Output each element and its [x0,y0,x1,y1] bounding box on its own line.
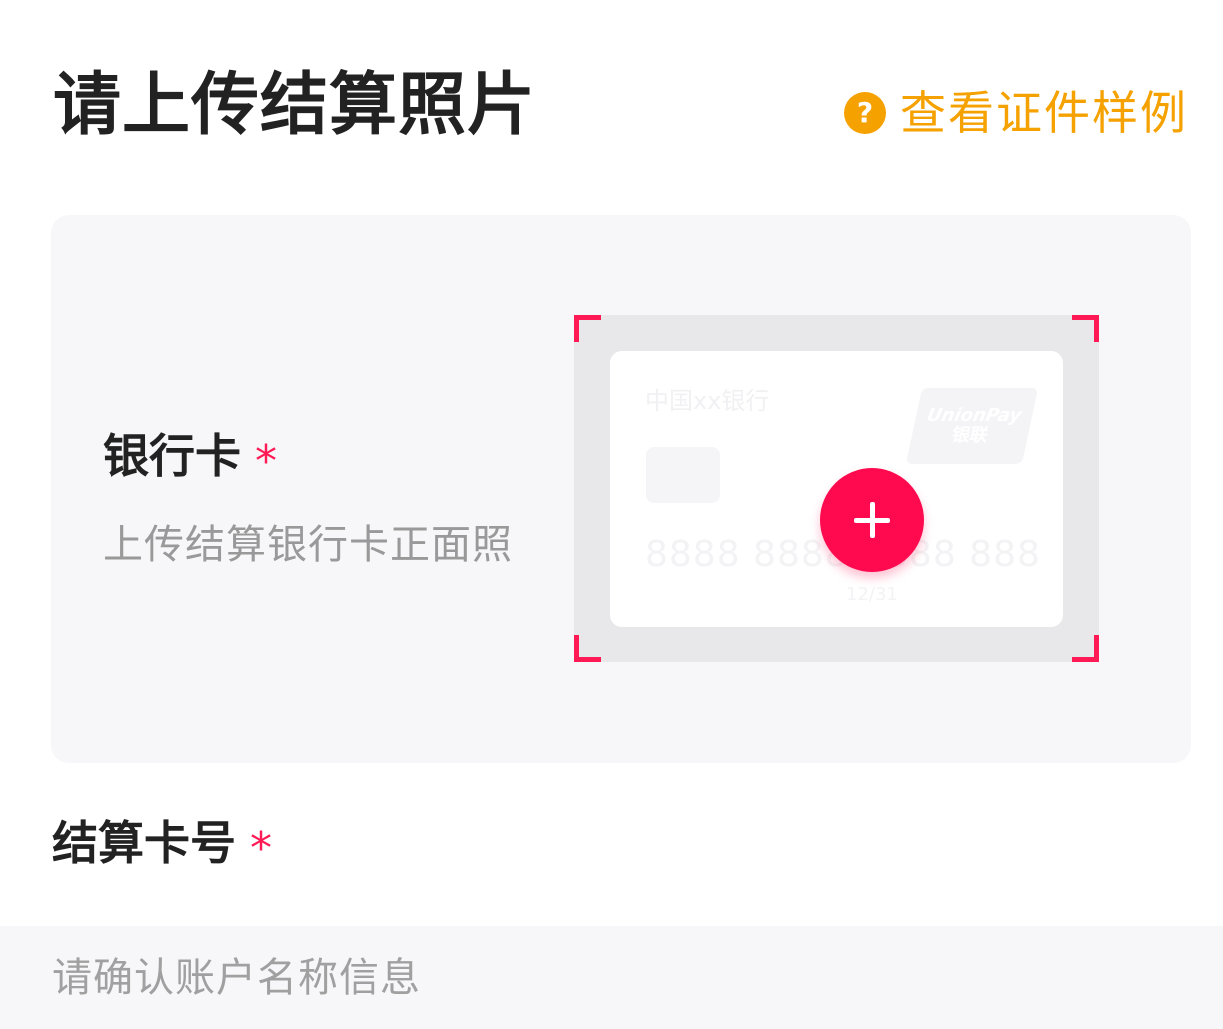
card-number-label-text: 结算卡号 [52,816,236,870]
bank-card-upload-panel: 银行卡 * 上传结算银行卡正面照 中国xx银行 UnionPay 银联 8888… [51,215,1191,763]
bank-card-description: 上传结算银行卡正面照 [103,522,513,568]
bank-card-placeholder: 中国xx银行 UnionPay 银联 8888 8888 8888 888 12… [610,351,1063,627]
view-sample-link[interactable]: ? 查看证件样例 [844,90,1188,136]
settlement-photo-page: 请上传结算照片 ? 查看证件样例 银行卡 * 上传结算银行卡正面照 中国xx银行… [0,0,1223,1029]
frame-corner-bottom-right [1072,635,1099,662]
card-chip [646,447,720,503]
unionpay-logo-cn: 银联 [949,425,991,446]
required-asterisk: * [255,436,277,487]
unionpay-logo-en: UnionPay [924,405,1024,427]
page-title: 请上传结算照片 [53,66,537,145]
unionpay-logo: UnionPay 银联 [905,388,1039,464]
frame-corner-top-left [574,315,601,342]
bank-card-label: 银行卡 * [103,429,277,484]
question-icon: ? [844,92,886,134]
view-sample-label: 查看证件样例 [900,86,1188,140]
bank-card-label-text: 银行卡 [103,429,241,483]
card-number-input-row [0,926,1223,1029]
frame-corner-top-right [1072,315,1099,342]
card-number-input[interactable] [52,926,1172,1029]
card-bank-name: 中国xx银行 [645,387,770,415]
frame-corner-bottom-left [574,635,601,662]
add-photo-button[interactable] [820,468,924,572]
bank-card-upload-area[interactable]: 中国xx银行 UnionPay 银联 8888 8888 8888 888 12… [574,315,1099,662]
card-number-label: 结算卡号 * [52,816,272,871]
required-asterisk: * [250,823,272,874]
card-expiry-placeholder: 12/31 [846,584,898,605]
plus-icon-vertical [870,502,875,538]
